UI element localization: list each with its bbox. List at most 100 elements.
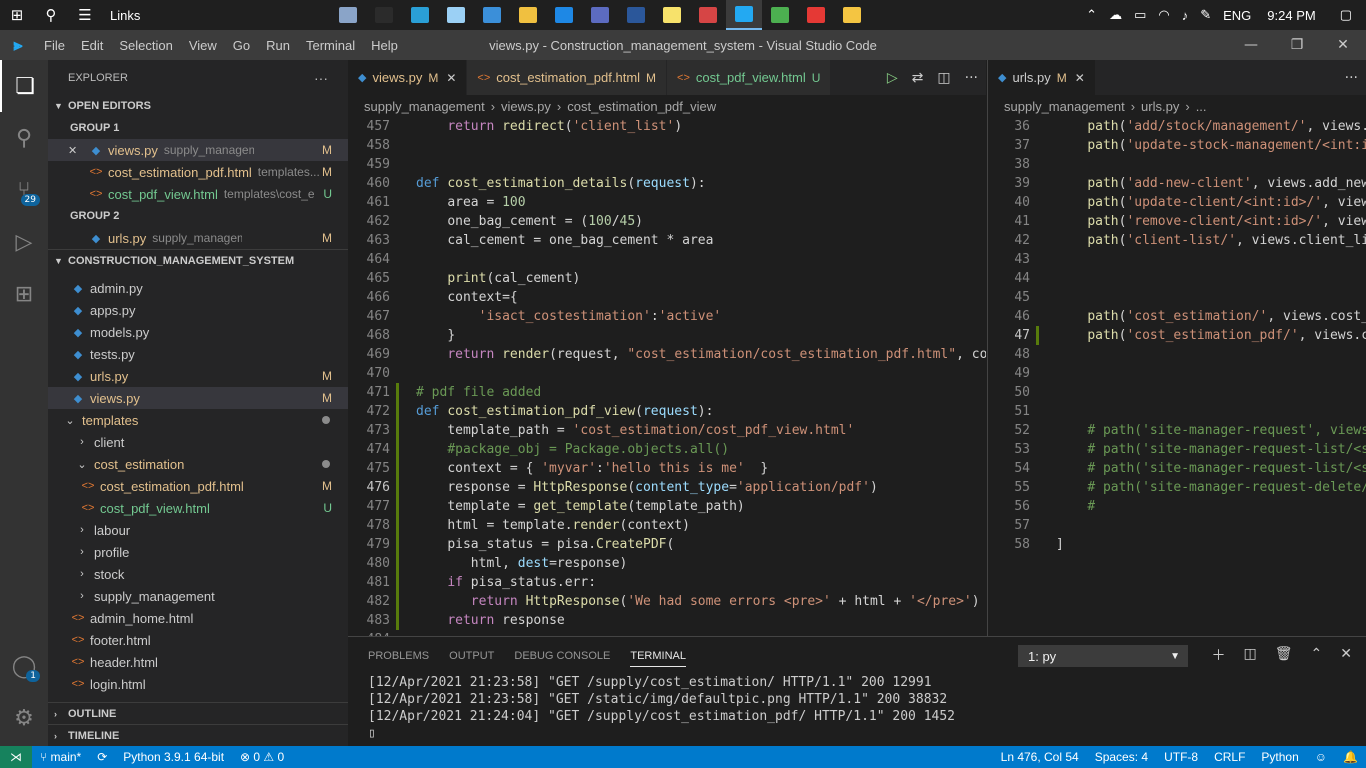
panel-tab-problems[interactable]: PROBLEMS (368, 646, 429, 667)
open-editors-header[interactable]: ▼ OPEN EDITORS (48, 95, 348, 117)
trash-icon[interactable]: 🗑 (1275, 645, 1293, 665)
tree-item[interactable]: <> login.html (48, 673, 348, 695)
run-file-icon[interactable]: ▷ (887, 70, 898, 86)
panel-tab-debug-console[interactable]: DEBUG CONSOLE (514, 646, 610, 667)
tree-item[interactable]: <> footer.html (48, 629, 348, 651)
wifi-icon[interactable]: ◠ (1158, 7, 1169, 23)
python-interpreter[interactable]: Python 3.9.1 64-bit (123, 750, 224, 764)
menu-view[interactable]: View (181, 38, 225, 53)
battery-icon[interactable]: ▭ (1134, 7, 1146, 23)
menu-run[interactable]: Run (258, 38, 298, 53)
word-app-icon[interactable] (618, 0, 654, 30)
breadcrumb-item[interactable]: views.py (501, 99, 551, 114)
chevron-up-icon[interactable]: ⌃ (1086, 7, 1097, 23)
close-icon[interactable]: ✕ (1320, 30, 1366, 60)
menu-go[interactable]: Go (225, 38, 258, 53)
code-line[interactable]: 469 return render(request, "cost_estimat… (348, 345, 986, 364)
close-icon[interactable]: ✕ (68, 144, 82, 157)
code-line[interactable]: 483 return response (348, 611, 986, 630)
code-line[interactable]: 482 return HttpResponse('We had some err… (348, 592, 986, 611)
tree-item[interactable]: ◆ tests.py (48, 343, 348, 365)
search-icon[interactable]: ⚲ (34, 0, 68, 30)
sticky-notes-app-icon[interactable] (654, 0, 690, 30)
cloud-icon[interactable]: ☁ (1109, 7, 1122, 23)
code-line[interactable]: 55 # path('site-manager-request-delete/< (988, 478, 1366, 497)
code-line[interactable]: 52 # path('site-manager-request', views. (988, 421, 1366, 440)
terminal-app-icon[interactable] (366, 0, 402, 30)
split-editor-icon[interactable]: ◫ (937, 70, 950, 86)
code-line[interactable]: 38 (988, 155, 1366, 174)
volume-icon[interactable]: ♪ (1182, 8, 1189, 23)
more-actions-icon[interactable]: ··· (1345, 70, 1358, 86)
code-line[interactable]: 41 path('remove-client/<int:id>/', views (988, 212, 1366, 231)
tree-folder[interactable]: ⌄ cost_estimation (48, 453, 348, 475)
calculator-app-icon[interactable] (582, 0, 618, 30)
line-ending[interactable]: CRLF (1214, 750, 1245, 764)
code-line[interactable]: 480 html, dest=response) (348, 554, 986, 573)
tab-cost_estimation_pdf-html[interactable]: <> cost_estimation_pdf.html M (467, 60, 668, 95)
code-line[interactable]: 460 def cost_estimation_details(request): (348, 174, 986, 193)
open-editor-item[interactable]: ◆ urls.py supply_management M (48, 227, 348, 249)
code-line[interactable]: 465 print(cal_cement) (348, 269, 986, 288)
breadcrumb-item[interactable]: supply_management (1004, 99, 1125, 114)
terminal-output[interactable]: [12/Apr/2021 21:23:58] "GET /supply/cost… (348, 675, 1366, 743)
tree-item[interactable]: ◆ models.py (48, 321, 348, 343)
code-line[interactable]: 36 path('add/stock/management/', views.a (988, 117, 1366, 136)
outline-header[interactable]: › OUTLINE (48, 702, 348, 724)
code-line[interactable]: 461 area = 100 (348, 193, 986, 212)
code-line[interactable]: 57 (988, 516, 1366, 535)
code-line[interactable]: 37 path('update-stock-management/<int:id (988, 136, 1366, 155)
source-control-icon[interactable]: ⑂ 29 (0, 164, 48, 216)
search-icon[interactable]: ⚲ (0, 112, 48, 164)
opera-app-icon[interactable] (798, 0, 834, 30)
minimize-icon[interactable]: — (1228, 30, 1274, 60)
maximize-panel-icon[interactable]: ⌃ (1311, 645, 1323, 665)
code-line[interactable]: 467 'isact_costestimation':'active' (348, 307, 986, 326)
settings-gear-icon[interactable]: ⚙ (0, 692, 48, 744)
code-view[interactable]: 36 path('add/stock/management/', views.a… (988, 117, 1366, 554)
menu-help[interactable]: Help (363, 38, 406, 53)
notifications-bell-icon[interactable]: 🔔 (1343, 750, 1358, 764)
new-terminal-icon[interactable]: ＋ (1212, 645, 1226, 665)
code-line[interactable]: 40 path('update-client/<int:id>/', views (988, 193, 1366, 212)
tree-item[interactable]: ◆ urls.py M (48, 365, 348, 387)
tree-folder[interactable]: › stock (48, 563, 348, 585)
mail-app-icon[interactable] (546, 0, 582, 30)
input-language[interactable]: ENG (1223, 8, 1251, 23)
close-panel-icon[interactable]: ✕ (1340, 645, 1352, 665)
panel-tab-terminal[interactable]: TERMINAL (630, 646, 686, 667)
code-line[interactable]: 479 pisa_status = pisa.CreatePDF( (348, 535, 986, 554)
sync-icon[interactable]: ⟳ (97, 750, 107, 764)
tree-item[interactable]: <> cost_estimation_pdf.html M (48, 475, 348, 497)
tree-item[interactable]: ◆ admin.py (48, 277, 348, 299)
tab-cost_pdf_view-html[interactable]: <> cost_pdf_view.html U (667, 60, 832, 95)
code-line[interactable]: 54 # path('site-manager-request-list/<st (988, 459, 1366, 478)
vscode-app-icon[interactable] (726, 0, 762, 30)
remote-icon[interactable]: ⋊ (0, 746, 32, 768)
news-icon[interactable]: ☰ (68, 0, 102, 30)
menu-edit[interactable]: Edit (73, 38, 111, 53)
cursor-position[interactable]: Ln 476, Col 54 (1001, 750, 1079, 764)
code-line[interactable]: 458 (348, 136, 986, 155)
tree-item[interactable]: ◆ apps.py (48, 299, 348, 321)
links-toolbar[interactable]: Links (110, 8, 140, 23)
panel-tab-output[interactable]: OUTPUT (449, 646, 494, 667)
explorer-app-icon[interactable] (834, 0, 870, 30)
tree-folder[interactable]: › client (48, 431, 348, 453)
close-icon[interactable]: ✕ (1075, 71, 1085, 85)
menu-file[interactable]: File (36, 38, 73, 53)
code-line[interactable]: 481 if pisa_status.err: (348, 573, 986, 592)
open-editor-item[interactable]: <> cost_pdf_view.html templates\cost_e... U (48, 183, 348, 205)
more-actions-icon[interactable]: ··· (965, 70, 978, 86)
code-line[interactable]: 473 template_path = 'cost_estimation/cos… (348, 421, 986, 440)
close-icon[interactable]: ✕ (446, 71, 456, 85)
menu-selection[interactable]: Selection (111, 38, 180, 53)
code-line[interactable]: 476 response = HttpResponse(content_type… (348, 478, 986, 497)
account-icon[interactable]: ◯ 1 (0, 640, 48, 692)
project-header[interactable]: ▼ CONSTRUCTION_MANAGEMENT_SYSTEM (48, 249, 348, 271)
code-line[interactable]: 58] (988, 535, 1366, 554)
clock[interactable]: 9:24 PM (1267, 8, 1315, 23)
code-line[interactable]: 478 html = template.render(context) (348, 516, 986, 535)
open-editor-item[interactable]: ✕ ◆ views.py supply_management M (48, 139, 348, 161)
code-line[interactable]: 474 #package_obj = Package.objects.all() (348, 440, 986, 459)
